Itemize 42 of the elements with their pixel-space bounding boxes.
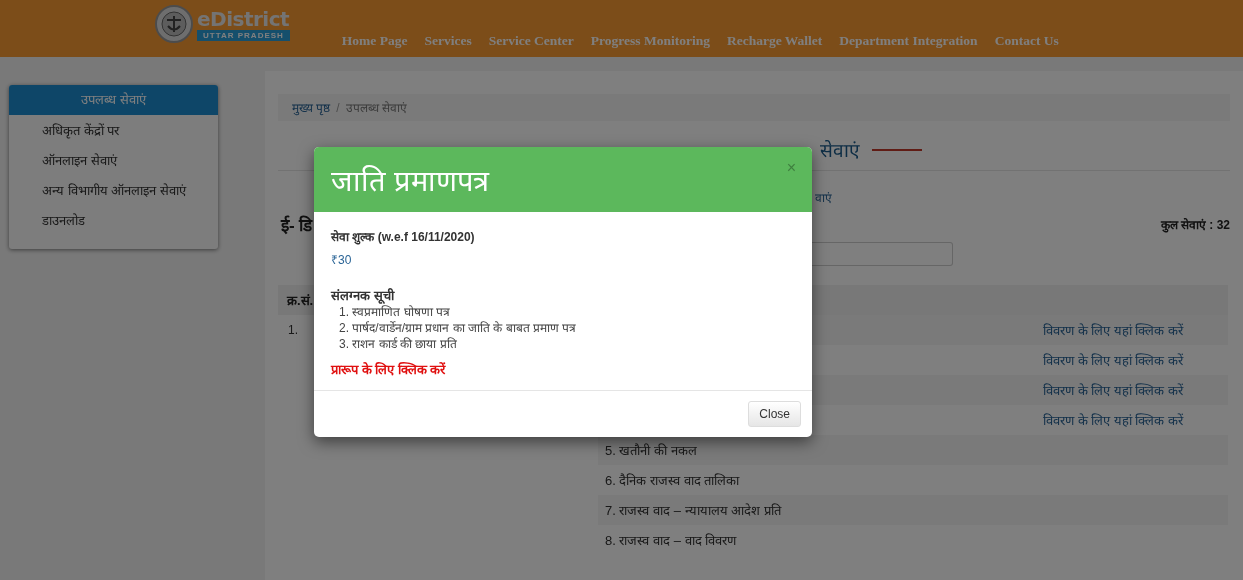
nav-link[interactable]: Home Page bbox=[341, 33, 408, 49]
nav-link[interactable]: Service Center bbox=[488, 33, 574, 49]
format-link[interactable]: प्रारूप के लिए क्लिक करें bbox=[331, 360, 795, 378]
service-name: 7. राजस्व वाद – न्यायालय आदेश प्रति bbox=[605, 502, 781, 519]
details-link[interactable]: विवरण के लिए यहां क्लिक करें bbox=[1042, 411, 1183, 429]
logo-subtitle: UTTAR PRADESH bbox=[197, 29, 290, 41]
nav-link[interactable]: Progress Monitoring bbox=[590, 33, 710, 49]
fee-label: सेवा शुल्क (w.e.f 16/11/2020) bbox=[331, 229, 476, 245]
nav-link[interactable]: Recharge Wallet bbox=[726, 33, 823, 49]
fee-amount: ₹30 bbox=[331, 252, 353, 268]
breadcrumb-separator: / bbox=[336, 100, 340, 115]
close-button[interactable]: × bbox=[786, 159, 796, 177]
sidebar-link[interactable]: ऑनलाइन सेवाएं bbox=[9, 145, 218, 175]
search-field[interactable] bbox=[812, 242, 953, 266]
details-link[interactable]: विवरण के लिए यहां क्लिक करें bbox=[1042, 321, 1183, 339]
nav-link[interactable]: Department Integration bbox=[839, 33, 978, 49]
heading-underline bbox=[872, 149, 922, 151]
attachments-title: संलग्नक सूची bbox=[331, 287, 396, 304]
total-services: कुल सेवाएं : 32 bbox=[1160, 216, 1230, 233]
service-name: 6. दैनिक राजस्व वाद तालिका bbox=[605, 472, 740, 489]
details-link[interactable]: विवरण के लिए यहां क्लिक करें bbox=[1042, 351, 1183, 369]
attachment-item: 2. पार्षद/वार्डेन/ग्राम प्रधान का जाति के बाबत प्रमाण पत्र bbox=[338, 320, 578, 336]
subtitle-link[interactable]: वाएं bbox=[815, 188, 832, 206]
modal-title: जाति प्रमाणपत्र bbox=[331, 164, 490, 199]
breadcrumb-link[interactable]: मुख्य पृष्ठ bbox=[292, 99, 331, 116]
service-name: 5. खतौनी की नकल bbox=[605, 442, 697, 459]
page-heading: सेवाएं bbox=[820, 139, 860, 163]
section-heading: ई- डि bbox=[281, 214, 313, 236]
close-button[interactable]: Close bbox=[748, 401, 801, 427]
sidebar-link[interactable]: अन्य विभागीय ऑनलाइन सेवाएं bbox=[9, 175, 218, 205]
service-name: 8. राजस्व वाद – वाद विवरण bbox=[605, 532, 737, 549]
details-link[interactable]: विवरण के लिए यहां क्लिक करें bbox=[1042, 381, 1183, 399]
breadcrumb-current: उपलब्ध सेवाएं bbox=[345, 100, 408, 116]
nav-link[interactable]: Services bbox=[424, 33, 472, 49]
nav-link[interactable]: Contact Us bbox=[994, 33, 1059, 49]
attachment-item: 3. राशन कार्ड की छाया प्रति bbox=[338, 336, 458, 352]
state-emblem-icon bbox=[155, 5, 193, 43]
sidebar-link[interactable]: अधिकृत केंद्रों पर bbox=[9, 115, 218, 145]
table-cell: 1. bbox=[288, 323, 298, 337]
logo-title: eDistrict bbox=[197, 7, 290, 30]
sidebar-title: उपलब्ध सेवाएं bbox=[9, 85, 218, 115]
sidebar-link[interactable]: डाउनलोड bbox=[9, 205, 218, 235]
